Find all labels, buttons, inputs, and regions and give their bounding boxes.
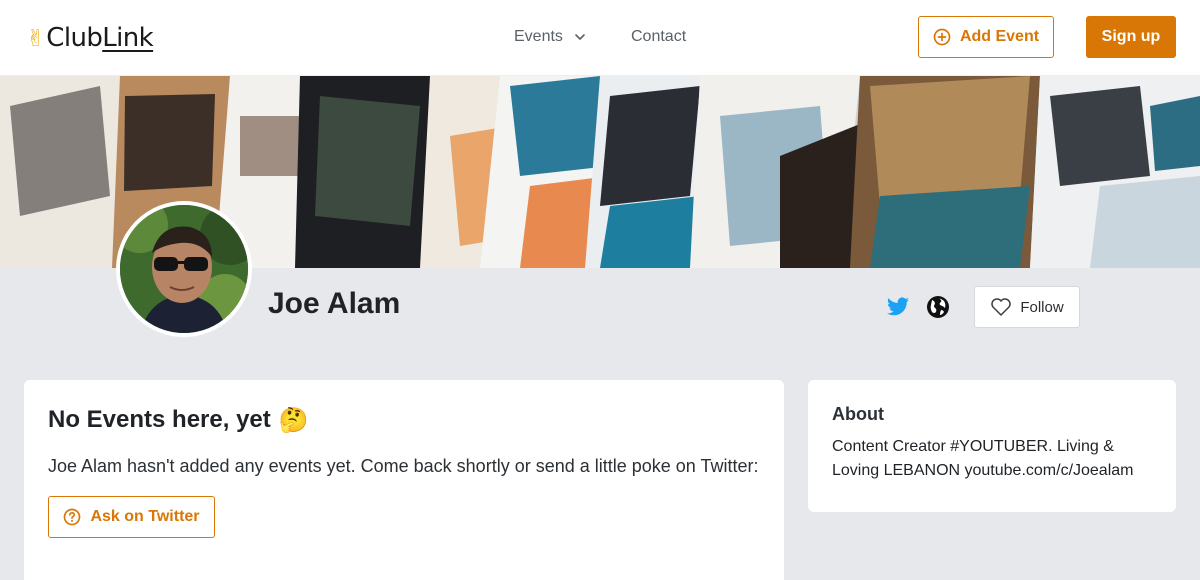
logo-word-club: Club: [46, 23, 103, 53]
about-title: About: [832, 404, 884, 424]
follow-label: Follow: [1020, 298, 1064, 316]
twitter-icon: [887, 297, 909, 316]
events-card: No Events here, yet 🤔 Joe Alam hasn't ad…: [24, 380, 784, 580]
profile-name: Joe Alam: [268, 287, 401, 320]
follow-button[interactable]: Follow: [974, 286, 1080, 328]
chevron-down-icon: [575, 34, 585, 40]
nav-contact-label: Contact: [631, 28, 687, 45]
ask-on-twitter-label: Ask on Twitter: [90, 508, 200, 525]
heart-icon: [991, 298, 1012, 316]
events-title: No Events here, yet 🤔: [48, 404, 760, 436]
events-title-text: No Events here, yet: [48, 406, 271, 433]
add-event-label: Add Event: [959, 28, 1040, 45]
top-navigation-bar: ✌ ClubLink Events Contact Add Event Sign…: [0, 0, 1200, 76]
ask-on-twitter-button[interactable]: Ask on Twitter: [48, 496, 215, 538]
twitter-profile-link[interactable]: [886, 295, 910, 319]
globe-icon: [927, 296, 949, 318]
add-event-button[interactable]: Add Event: [918, 16, 1054, 58]
clublink-logo[interactable]: ✌ ClubLink: [26, 22, 154, 54]
logo-word-link: Link: [102, 23, 154, 53]
nav-contact-link[interactable]: Contact: [631, 26, 686, 48]
nav-events-label: Events: [514, 28, 563, 45]
avatar-photo: [120, 205, 248, 333]
thinking-face-icon: 🤔: [278, 406, 309, 434]
question-circle-icon: [64, 508, 81, 526]
website-link[interactable]: [926, 295, 950, 319]
nav-events-dropdown[interactable]: Events: [514, 26, 587, 48]
sign-up-button[interactable]: Sign up: [1086, 16, 1176, 58]
events-description: Joe Alam hasn't added any events yet. Co…: [48, 456, 759, 476]
victory-hand-icon: ✌: [26, 24, 46, 51]
profile-avatar: [116, 201, 252, 337]
about-card: About Content Creator #YOUTUBER. Living …: [808, 380, 1176, 512]
plus-circle-icon: [933, 28, 951, 46]
logo-text: ClubLink: [46, 23, 153, 53]
about-text: Content Creator #YOUTUBER. Living & Lovi…: [832, 438, 1134, 479]
